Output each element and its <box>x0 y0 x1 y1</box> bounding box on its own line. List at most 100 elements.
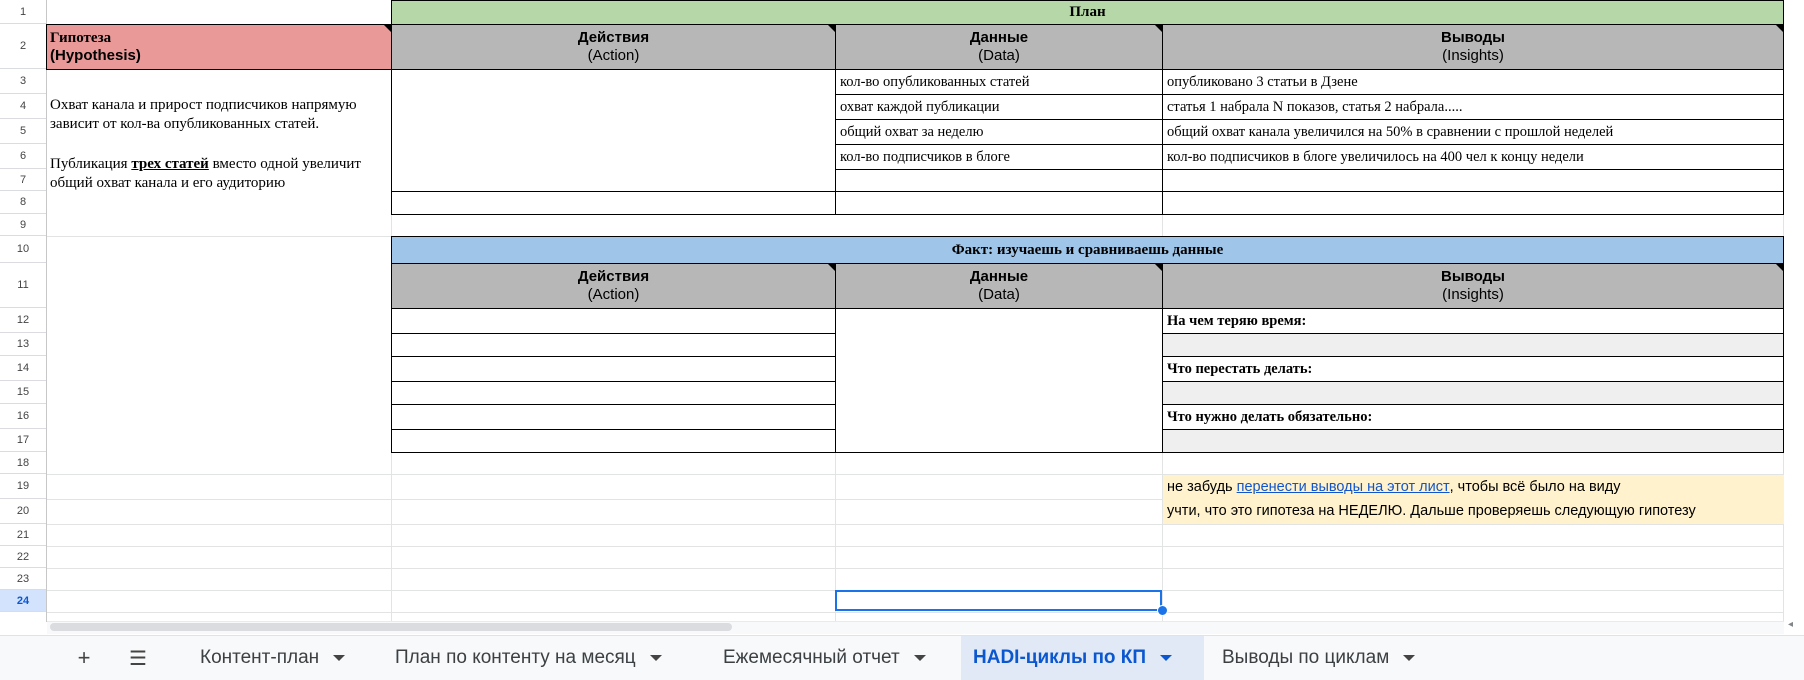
fact-answer-cell[interactable] <box>1162 429 1784 453</box>
plan-insight-cell[interactable]: статья 1 набрала N показов, статья 2 наб… <box>1162 94 1784 120</box>
fact-data-header[interactable]: Данные (Data) <box>835 263 1163 309</box>
fact-answer-cell[interactable] <box>1162 333 1784 357</box>
note-move-insights[interactable]: не забудь перенести выводы на этот лист,… <box>1163 475 1784 499</box>
fact-insights-header[interactable]: Выводы (Insights) <box>1162 263 1784 309</box>
tab-cycle-insights[interactable]: Выводы по циклам <box>1210 636 1427 680</box>
chevron-down-icon <box>1403 655 1416 661</box>
hypothesis-header-sub: (Hypothesis) <box>50 47 141 64</box>
tab-monthly-report[interactable]: Ежемесячный отчет <box>711 636 938 680</box>
plan-data-cell[interactable] <box>835 169 1163 192</box>
plan-insight-cell[interactable]: кол-во подписчиков в блоге увеличилось н… <box>1162 144 1784 170</box>
chevron-down-icon <box>333 655 346 661</box>
fact-question-must-do[interactable]: Что нужно делать обязательно: <box>1162 404 1784 430</box>
row-header-23[interactable]: 23 <box>0 568 46 590</box>
gridline <box>47 612 1784 613</box>
plan-action-cell[interactable] <box>391 69 836 192</box>
plan-data-cell[interactable]: кол-во подписчиков в блоге <box>835 144 1163 170</box>
fact-action-title: Действия <box>577 268 650 285</box>
hypothesis-paragraph-1: Охват канала и прирост подписчиков напря… <box>50 97 357 132</box>
fact-action-cell[interactable] <box>391 308 836 334</box>
comment-marker-icon <box>828 264 835 271</box>
row-header-14[interactable]: 14 <box>0 356 46 381</box>
row-header-19[interactable]: 19 <box>0 474 46 499</box>
row-header-17[interactable]: 17 <box>0 429 46 452</box>
sheet-tab-bar: + ☰ Контент-план План по контенту на мес… <box>0 635 1804 680</box>
hypothesis-paragraph-2: Публикация трех статей вместо одной увел… <box>50 156 361 191</box>
fact-title[interactable]: Факт: изучаешь и сравниваешь данные <box>391 236 1784 264</box>
row-header-21[interactable]: 21 <box>0 524 46 546</box>
fact-data-sub: (Data) <box>978 286 1020 303</box>
plan-insight-cell[interactable] <box>1162 191 1784 215</box>
row-header-11[interactable]: 11 <box>0 263 46 308</box>
row-header-7[interactable]: 7 <box>0 169 46 191</box>
plus-icon[interactable]: + <box>69 636 99 680</box>
row-header-22[interactable]: 22 <box>0 546 46 568</box>
fact-question-stop-doing[interactable]: Что перестать делать: <box>1162 356 1784 382</box>
plan-data-cell[interactable] <box>835 191 1163 215</box>
plan-insights-sub: (Insights) <box>1442 47 1504 64</box>
row-header-8[interactable]: 8 <box>0 191 46 214</box>
row-header-4[interactable]: 4 <box>0 94 46 119</box>
scroll-left-icon[interactable]: ◂ <box>1788 619 1793 630</box>
row-header-1[interactable]: 1 <box>0 0 46 24</box>
tab-monthly-content-plan[interactable]: План по контенту на месяц <box>383 636 674 680</box>
row-header-3[interactable]: 3 <box>0 69 46 94</box>
row-header-10[interactable]: 10 <box>0 236 46 263</box>
fact-action-cell[interactable] <box>391 356 836 382</box>
tab-hadi-cycles[interactable]: HADI-циклы по КП <box>961 636 1204 680</box>
row-header-24[interactable]: 24 <box>0 590 46 612</box>
comment-marker-icon <box>1776 264 1783 271</box>
row-header-20[interactable]: 20 <box>0 499 46 524</box>
hypothesis-header-title: Гипотеза <box>50 30 112 46</box>
fact-action-cell[interactable] <box>391 429 836 453</box>
note-weekly-hypothesis[interactable]: учти, что это гипотеза на НЕДЕЛЮ. Дальше… <box>1163 499 1784 524</box>
plan-data-header[interactable]: Данные (Data) <box>835 24 1163 70</box>
fact-action-header[interactable]: Действия (Action) <box>391 263 836 309</box>
gridline <box>47 546 1784 547</box>
plan-insight-cell[interactable]: опубликовано 3 статьи в Дзене <box>1162 69 1784 95</box>
row-header-12[interactable]: 12 <box>0 308 46 333</box>
row-header-16[interactable]: 16 <box>0 404 46 429</box>
plan-insights-header[interactable]: Выводы (Insights) <box>1162 24 1784 70</box>
plan-title[interactable]: План <box>391 0 1784 25</box>
row-header-18[interactable]: 18 <box>0 452 46 474</box>
tab-content-plan[interactable]: Контент-план <box>188 636 357 680</box>
fact-insights-title: Выводы <box>1441 268 1505 285</box>
plan-insight-cell[interactable] <box>1162 169 1784 192</box>
plan-data-cell[interactable]: общий охват за неделю <box>835 119 1163 145</box>
row-header-13[interactable]: 13 <box>0 333 46 356</box>
comment-marker-icon <box>1155 264 1162 271</box>
row-header-9[interactable]: 9 <box>0 214 46 236</box>
plan-insight-cell[interactable]: общий охват канала увеличился на 50% в с… <box>1162 119 1784 145</box>
plan-data-cell[interactable]: кол-во опубликованных статей <box>835 69 1163 95</box>
plan-data-cell[interactable]: охват каждой публикации <box>835 94 1163 120</box>
fact-action-sub: (Action) <box>587 286 640 303</box>
comment-marker-icon <box>384 25 391 32</box>
plan-action-title: Действия <box>577 29 650 46</box>
menu-icon[interactable]: ☰ <box>123 636 153 680</box>
fact-action-cell[interactable] <box>391 404 836 430</box>
hypothesis-cell[interactable]: Охват канала и прирост подписчиков напря… <box>50 96 390 193</box>
fact-action-cell[interactable] <box>391 381 836 405</box>
chevron-down-icon <box>649 655 662 661</box>
fact-data-cell[interactable] <box>835 308 1163 453</box>
plan-action-cell[interactable] <box>391 191 836 215</box>
move-insights-link[interactable]: перенести выводы на этот лист <box>1237 479 1450 496</box>
fact-question-time-lost[interactable]: На чем теряю время: <box>1162 308 1784 334</box>
fact-action-cell[interactable] <box>391 333 836 357</box>
fill-handle[interactable] <box>1157 605 1168 616</box>
row-header-5[interactable]: 5 <box>0 119 46 144</box>
plan-data-sub: (Data) <box>978 47 1020 64</box>
scrollbar-thumb[interactable] <box>50 623 732 631</box>
row-header-2[interactable]: 2 <box>0 24 46 69</box>
plan-action-header[interactable]: Действия (Action) <box>391 24 836 70</box>
plan-insights-title: Выводы <box>1441 29 1505 46</box>
row-header-15[interactable]: 15 <box>0 381 46 404</box>
fact-title-text: Факт: изучаешь и сравниваешь данные <box>951 241 1224 258</box>
comment-marker-icon <box>1776 25 1783 32</box>
row-header-divider <box>46 0 47 622</box>
row-header-6[interactable]: 6 <box>0 144 46 169</box>
hypothesis-header[interactable]: Гипотеза (Hypothesis) <box>46 24 392 70</box>
fact-answer-cell[interactable] <box>1162 381 1784 405</box>
selected-cell[interactable] <box>835 590 1162 611</box>
